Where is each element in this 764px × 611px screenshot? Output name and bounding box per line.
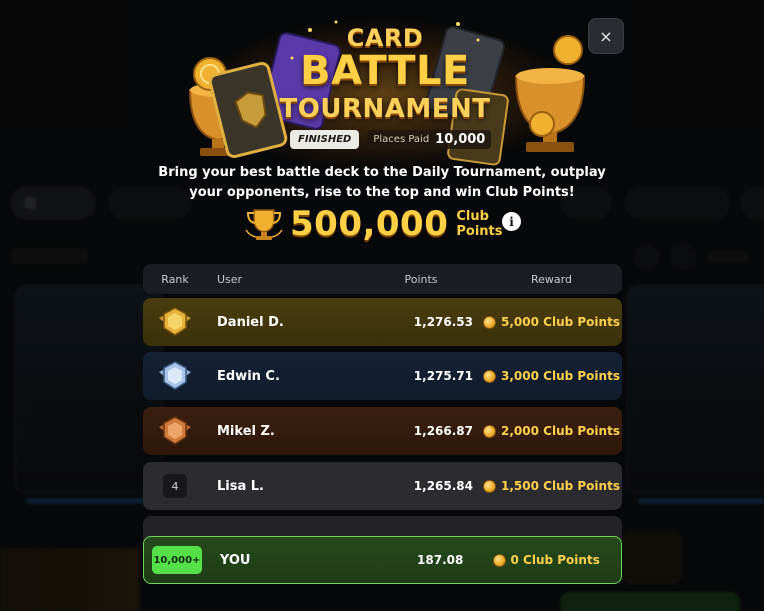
current-user-row[interactable]: 10,000+ YOU 187.08 0 Club Points <box>143 536 622 584</box>
leaderboard-row[interactable]: Edwin C. 1,275.71 3,000 Club Points <box>143 352 622 400</box>
prize-pool: 500,000 Club Points <box>244 202 502 246</box>
title-battle-text: BATTLE <box>300 48 470 94</box>
column-header-rank: Rank <box>161 272 189 286</box>
user-points: 1,276.53 <box>413 315 473 329</box>
coin-icon <box>483 479 497 493</box>
tournament-screen: × CARD BATTLE TOURNAMENT FINISHED Places… <box>0 0 764 611</box>
user-name: Daniel D. <box>217 314 284 330</box>
user-points: 1,266.87 <box>413 424 473 438</box>
places-paid-label: Places Paid <box>373 133 430 145</box>
prize-amount: 500,000 <box>290 204 449 244</box>
user-name: Mikel Z. <box>217 423 275 439</box>
places-paid: Places Paid 10,000 <box>367 129 492 149</box>
coin-icon <box>492 553 506 567</box>
tournament-description: Bring your best battle deck to the Daily… <box>158 165 606 200</box>
current-user-rank-badge: 10,000+ <box>152 546 202 574</box>
silver-medal-icon <box>159 361 191 390</box>
current-user-name: YOU <box>219 552 251 568</box>
leaderboard-row[interactable]: Daniel D. 1,276.53 5,000 Club Points <box>143 298 622 346</box>
status-badge: FINISHED <box>290 129 360 149</box>
reward-cell: 5,000 Club Points <box>481 315 622 329</box>
leaderboard: Rank User Points Reward Daniel D. 1,276.… <box>143 264 622 546</box>
reward-cell: 3,000 Club Points <box>481 369 622 383</box>
current-user-points: 187.08 <box>417 553 464 567</box>
column-header-points: Points <box>404 272 438 286</box>
trophy-icon <box>245 209 283 240</box>
leaderboard-row[interactable]: 4 Lisa L. 1,265.84 1,500 Club Points <box>143 462 622 510</box>
column-header-reward: Reward <box>531 272 572 286</box>
title-tournament-text: TOURNAMENT <box>279 94 491 124</box>
user-points: 1,275.71 <box>413 369 473 383</box>
user-name: Lisa L. <box>217 478 264 494</box>
leaderboard-row[interactable]: Mikel Z. 1,266.87 2,000 Club Points <box>143 407 622 455</box>
leaderboard-header: Rank User Points Reward <box>143 264 622 294</box>
gold-medal-icon <box>159 307 191 336</box>
reward-text: 3,000 Club Points <box>501 369 620 383</box>
prize-unit: Club Points <box>456 209 502 239</box>
current-user-reward-text: 0 Club Points <box>510 553 600 567</box>
rank-cell <box>143 358 207 394</box>
bronze-medal-icon <box>159 416 191 445</box>
coin-icon <box>483 315 497 329</box>
prize-unit-line2: Points <box>456 224 503 239</box>
prize-unit-line1: Club <box>456 209 489 224</box>
coin-icon <box>483 369 497 383</box>
rank-number: 4 <box>163 474 187 498</box>
tournament-status-row: FINISHED Places Paid 10,000 <box>290 129 492 149</box>
reward-text: 5,000 Club Points <box>501 315 620 329</box>
info-icon[interactable]: i <box>502 212 521 231</box>
user-points: 1,265.84 <box>413 479 473 493</box>
reward-cell: 1,500 Club Points <box>481 479 622 493</box>
current-user-reward: 0 Club Points <box>471 553 621 567</box>
rank-cell <box>143 413 207 449</box>
user-name: Edwin C. <box>217 368 280 384</box>
reward-cell: 2,000 Club Points <box>481 424 622 438</box>
column-header-user: User <box>217 272 243 286</box>
coin-icon <box>483 424 497 438</box>
tournament-modal: × CARD BATTLE TOURNAMENT FINISHED Places… <box>0 0 764 611</box>
rank-cell <box>143 304 207 340</box>
reward-text: 1,500 Club Points <box>501 479 620 493</box>
reward-text: 2,000 Club Points <box>501 424 620 438</box>
rank-cell: 4 <box>143 474 207 498</box>
places-paid-value: 10,000 <box>435 131 486 147</box>
